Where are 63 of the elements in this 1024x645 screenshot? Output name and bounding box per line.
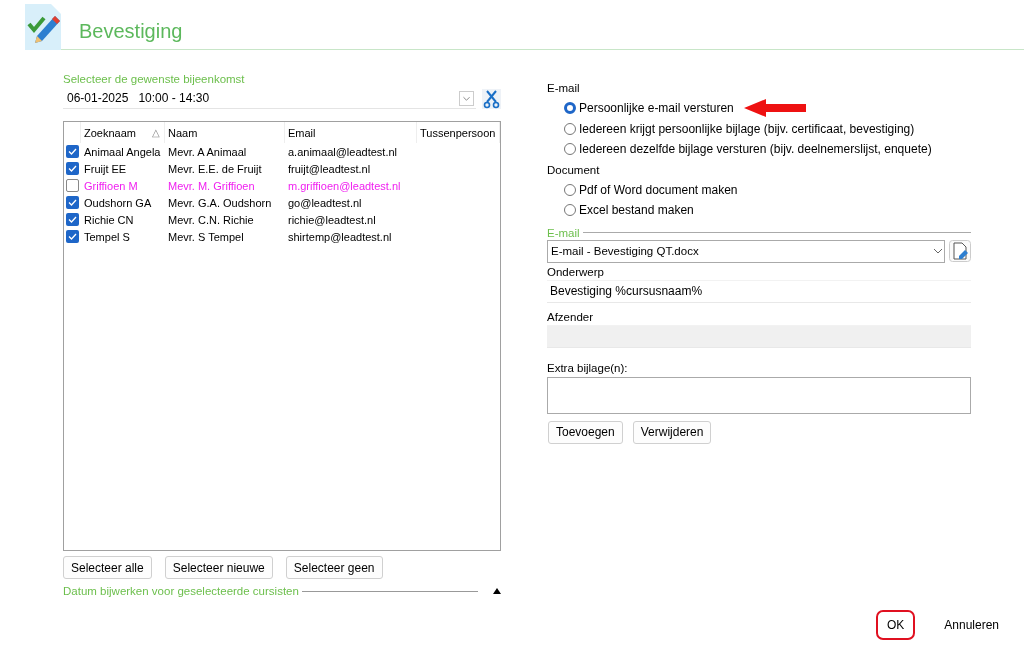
- template-dropdown[interactable]: E-mail - Bevestiging QT.docx: [547, 239, 945, 263]
- table-cell-text: m.griffioen@leadtest.nl: [287, 179, 402, 192]
- row-checkbox[interactable]: [66, 162, 79, 175]
- table-cell-text: richie@leadtest.nl: [287, 213, 377, 226]
- table-cell-text: fruijt@leadtest.nl: [287, 162, 372, 175]
- table-cell-text: Fruijt EE: [83, 162, 128, 175]
- table-cell-text: go@leadtest.nl: [287, 196, 363, 209]
- field-label: Afzender: [547, 310, 595, 325]
- attachment-button[interactable]: Toevoegen: [548, 420, 623, 444]
- table-cell-text: Animaal Angela: [83, 145, 162, 158]
- row-checkbox[interactable]: [66, 196, 79, 209]
- row-checkbox[interactable]: [66, 179, 79, 192]
- section-label: E-mail: [547, 226, 580, 239]
- row-checkbox[interactable]: [66, 230, 79, 243]
- radio-option[interactable]: Iedereen dezelfde bijlage versturen (bijv. deelnemerslijst, enquete): [564, 142, 932, 157]
- table-cell-text: Mevr. C.N. Richie: [167, 213, 255, 226]
- column-header[interactable]: Email: [288, 122, 316, 143]
- radio-option[interactable]: Pdf of Word document maken: [564, 182, 738, 197]
- table-cell-text: Mevr. S Tempel: [167, 230, 245, 243]
- chevron-down-icon: [932, 246, 944, 256]
- radio-button[interactable]: [564, 102, 576, 115]
- table-cell-text: Mevr. A Animaal: [167, 145, 248, 158]
- select-button[interactable]: Selecteer nieuwe: [164, 556, 273, 579]
- window-title: Bevestiging: [78, 20, 183, 44]
- select-button[interactable]: Selecteer geen: [285, 556, 383, 579]
- table-cell-text: Tempel S: [83, 230, 131, 243]
- scissors-icon[interactable]: [482, 88, 501, 109]
- table-cell-text: Richie CN: [83, 213, 135, 226]
- row-checkbox[interactable]: [66, 145, 79, 158]
- field-label: Onderwerp: [547, 265, 605, 280]
- column-header[interactable]: Naam: [168, 122, 198, 143]
- dialog-button[interactable]: OK: [875, 610, 916, 640]
- table-cell-text: Mevr. G.A. Oudshorn: [167, 196, 273, 209]
- radio-button[interactable]: [564, 143, 576, 156]
- select-button[interactable]: Selecteer alle: [63, 556, 152, 579]
- subject-field[interactable]: Bevestiging %cursusnaam%: [547, 279, 971, 303]
- group-label: Document: [547, 163, 600, 176]
- meeting-dropdown[interactable]: 06-01-2025 10:00 - 14:30: [63, 88, 476, 109]
- section-label: Datum bijwerken voor geselecteerde cursisten: [63, 585, 299, 597]
- row-checkbox[interactable]: [66, 213, 79, 226]
- edit-document-icon[interactable]: [949, 239, 971, 262]
- field-label: Extra bijlage(n):: [547, 361, 629, 376]
- chevron-down-icon: [459, 90, 474, 106]
- radio-button[interactable]: [564, 122, 576, 135]
- radio-option[interactable]: Excel bestand maken: [564, 203, 694, 218]
- radio-button[interactable]: [564, 183, 576, 196]
- radio-option[interactable]: Persoonlijke e-mail versturen: [564, 101, 734, 116]
- radio-option[interactable]: Iedereen krijgt persoonlijke bijlage (bijv. certificaat, bevestiging): [564, 121, 915, 136]
- group-label: E-mail: [547, 82, 580, 94]
- confirmation-pencil-icon: [25, 2, 61, 50]
- table-cell-text: Mevr. M. Griffioen: [167, 179, 256, 192]
- attachment-button[interactable]: Verwijderen: [632, 420, 712, 444]
- table-cell-text: shirtemp@leadtest.nl: [287, 230, 393, 243]
- table-cell-text: Griffioen M: [83, 179, 139, 192]
- column-header[interactable]: Tussenpersoon: [420, 122, 496, 143]
- column-header[interactable]: Zoeknaam: [84, 122, 136, 143]
- table-cell-text: Mevr. E.E. de Fruijt: [167, 162, 263, 175]
- radio-button[interactable]: [564, 204, 576, 217]
- field-label: Selecteer de gewenste bijeenkomst: [63, 73, 246, 85]
- sort-indicator: △: [151, 126, 161, 140]
- table-cell-text: Oudshorn GA: [83, 196, 153, 209]
- table-cell-text: a.animaal@leadtest.nl: [287, 145, 398, 158]
- expand-toggle-icon[interactable]: [493, 588, 501, 594]
